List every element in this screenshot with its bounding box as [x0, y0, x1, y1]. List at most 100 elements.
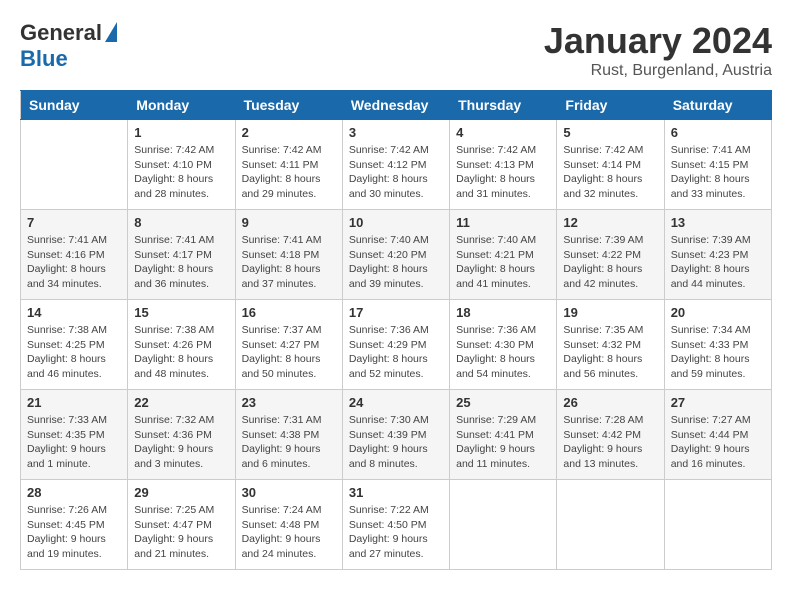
day-number: 30 — [242, 485, 336, 500]
calendar-cell: 27 Sunrise: 7:27 AMSunset: 4:44 PMDayligh… — [664, 390, 771, 480]
day-info: Sunrise: 7:42 AMSunset: 4:10 PMDaylight:… — [134, 143, 228, 202]
calendar-cell: 7 Sunrise: 7:41 AMSunset: 4:16 PMDaylight… — [21, 210, 128, 300]
calendar-cell — [21, 120, 128, 210]
day-info: Sunrise: 7:38 AMSunset: 4:26 PMDaylight:… — [134, 323, 228, 382]
day-number: 18 — [456, 305, 550, 320]
weekday-header-tuesday: Tuesday — [235, 91, 342, 120]
day-number: 3 — [349, 125, 443, 140]
weekday-header-monday: Monday — [128, 91, 235, 120]
weekday-header-sunday: Sunday — [21, 91, 128, 120]
calendar-cell: 8 Sunrise: 7:41 AMSunset: 4:17 PMDaylight… — [128, 210, 235, 300]
logo-general-text: General — [20, 20, 102, 46]
day-info: Sunrise: 7:42 AMSunset: 4:11 PMDaylight:… — [242, 143, 336, 202]
calendar-cell: 5 Sunrise: 7:42 AMSunset: 4:14 PMDaylight… — [557, 120, 664, 210]
day-number: 20 — [671, 305, 765, 320]
day-number: 22 — [134, 395, 228, 410]
calendar-cell — [557, 480, 664, 570]
day-number: 19 — [563, 305, 657, 320]
calendar-cell — [450, 480, 557, 570]
calendar-cell: 4 Sunrise: 7:42 AMSunset: 4:13 PMDaylight… — [450, 120, 557, 210]
title-section: January 2024 Rust, Burgenland, Austria — [544, 20, 772, 80]
calendar-cell: 26 Sunrise: 7:28 AMSunset: 4:42 PMDayligh… — [557, 390, 664, 480]
day-info: Sunrise: 7:24 AMSunset: 4:48 PMDaylight:… — [242, 503, 336, 562]
day-number: 15 — [134, 305, 228, 320]
day-info: Sunrise: 7:27 AMSunset: 4:44 PMDaylight:… — [671, 413, 765, 472]
page-header: General Blue January 2024 Rust, Burgenla… — [20, 20, 772, 80]
day-info: Sunrise: 7:42 AMSunset: 4:13 PMDaylight:… — [456, 143, 550, 202]
day-number: 7 — [27, 215, 121, 230]
weekday-header-row: SundayMondayTuesdayWednesdayThursdayFrid… — [21, 91, 772, 120]
day-number: 5 — [563, 125, 657, 140]
logo: General Blue — [20, 20, 117, 72]
day-number: 4 — [456, 125, 550, 140]
calendar-cell: 11 Sunrise: 7:40 AMSunset: 4:21 PMDayligh… — [450, 210, 557, 300]
day-number: 9 — [242, 215, 336, 230]
day-info: Sunrise: 7:32 AMSunset: 4:36 PMDaylight:… — [134, 413, 228, 472]
day-info: Sunrise: 7:39 AMSunset: 4:23 PMDaylight:… — [671, 233, 765, 292]
day-info: Sunrise: 7:41 AMSunset: 4:15 PMDaylight:… — [671, 143, 765, 202]
calendar-cell: 24 Sunrise: 7:30 AMSunset: 4:39 PMDayligh… — [342, 390, 449, 480]
day-number: 8 — [134, 215, 228, 230]
day-number: 6 — [671, 125, 765, 140]
day-number: 2 — [242, 125, 336, 140]
day-number: 29 — [134, 485, 228, 500]
logo-triangle-icon — [105, 22, 117, 42]
calendar-cell: 28Sunrise: 7:26 AMSunset: 4:45 PMDayligh… — [21, 480, 128, 570]
day-info: Sunrise: 7:39 AMSunset: 4:22 PMDaylight:… — [563, 233, 657, 292]
calendar-cell: 21 Sunrise: 7:33 AMSunset: 4:35 PMDayligh… — [21, 390, 128, 480]
day-number: 27 — [671, 395, 765, 410]
calendar-week-row: 14 Sunrise: 7:38 AMSunset: 4:25 PMDayligh… — [21, 300, 772, 390]
calendar-cell: 15 Sunrise: 7:38 AMSunset: 4:26 PMDayligh… — [128, 300, 235, 390]
calendar-cell: 19 Sunrise: 7:35 AMSunset: 4:32 PMDayligh… — [557, 300, 664, 390]
calendar-cell: 31Sunrise: 7:22 AMSunset: 4:50 PMDayligh… — [342, 480, 449, 570]
weekday-header-friday: Friday — [557, 91, 664, 120]
day-info: Sunrise: 7:37 AMSunset: 4:27 PMDaylight:… — [242, 323, 336, 382]
day-info: Sunrise: 7:25 AMSunset: 4:47 PMDaylight:… — [134, 503, 228, 562]
day-info: Sunrise: 7:30 AMSunset: 4:39 PMDaylight:… — [349, 413, 443, 472]
location-subtitle: Rust, Burgenland, Austria — [544, 62, 772, 80]
day-info: Sunrise: 7:41 AMSunset: 4:16 PMDaylight:… — [27, 233, 121, 292]
calendar-cell: 12 Sunrise: 7:39 AMSunset: 4:22 PMDayligh… — [557, 210, 664, 300]
calendar-cell: 13 Sunrise: 7:39 AMSunset: 4:23 PMDayligh… — [664, 210, 771, 300]
calendar-week-row: 21 Sunrise: 7:33 AMSunset: 4:35 PMDayligh… — [21, 390, 772, 480]
day-number: 24 — [349, 395, 443, 410]
day-info: Sunrise: 7:22 AMSunset: 4:50 PMDaylight:… — [349, 503, 443, 562]
day-info: Sunrise: 7:40 AMSunset: 4:21 PMDaylight:… — [456, 233, 550, 292]
day-number: 13 — [671, 215, 765, 230]
calendar-cell: 30 Sunrise: 7:24 AMSunset: 4:48 PMDayligh… — [235, 480, 342, 570]
day-number: 21 — [27, 395, 121, 410]
calendar-cell: 23 Sunrise: 7:31 AMSunset: 4:38 PMDayligh… — [235, 390, 342, 480]
day-info: Sunrise: 7:33 AMSunset: 4:35 PMDaylight:… — [27, 413, 121, 472]
calendar-cell: 1 Sunrise: 7:42 AMSunset: 4:10 PMDaylight… — [128, 120, 235, 210]
weekday-header-thursday: Thursday — [450, 91, 557, 120]
day-info: Sunrise: 7:42 AMSunset: 4:12 PMDaylight:… — [349, 143, 443, 202]
calendar-cell: 6 Sunrise: 7:41 AMSunset: 4:15 PMDaylight… — [664, 120, 771, 210]
day-number: 14 — [27, 305, 121, 320]
day-number: 17 — [349, 305, 443, 320]
calendar-week-row: 28Sunrise: 7:26 AMSunset: 4:45 PMDayligh… — [21, 480, 772, 570]
day-number: 11 — [456, 215, 550, 230]
day-info: Sunrise: 7:38 AMSunset: 4:25 PMDaylight:… — [27, 323, 121, 382]
day-info: Sunrise: 7:26 AMSunset: 4:45 PMDaylight:… — [27, 503, 121, 562]
day-number: 26 — [563, 395, 657, 410]
day-number: 23 — [242, 395, 336, 410]
day-number: 10 — [349, 215, 443, 230]
day-info: Sunrise: 7:41 AMSunset: 4:18 PMDaylight:… — [242, 233, 336, 292]
calendar-cell: 14 Sunrise: 7:38 AMSunset: 4:25 PMDayligh… — [21, 300, 128, 390]
day-info: Sunrise: 7:36 AMSunset: 4:29 PMDaylight:… — [349, 323, 443, 382]
calendar-cell — [664, 480, 771, 570]
day-number: 12 — [563, 215, 657, 230]
day-info: Sunrise: 7:28 AMSunset: 4:42 PMDaylight:… — [563, 413, 657, 472]
day-number: 1 — [134, 125, 228, 140]
day-info: Sunrise: 7:31 AMSunset: 4:38 PMDaylight:… — [242, 413, 336, 472]
calendar-cell: 22 Sunrise: 7:32 AMSunset: 4:36 PMDayligh… — [128, 390, 235, 480]
day-info: Sunrise: 7:36 AMSunset: 4:30 PMDaylight:… — [456, 323, 550, 382]
day-info: Sunrise: 7:41 AMSunset: 4:17 PMDaylight:… — [134, 233, 228, 292]
day-info: Sunrise: 7:42 AMSunset: 4:14 PMDaylight:… — [563, 143, 657, 202]
day-info: Sunrise: 7:40 AMSunset: 4:20 PMDaylight:… — [349, 233, 443, 292]
calendar-cell: 25Sunrise: 7:29 AMSunset: 4:41 PMDayligh… — [450, 390, 557, 480]
calendar-cell: 29 Sunrise: 7:25 AMSunset: 4:47 PMDayligh… — [128, 480, 235, 570]
day-info: Sunrise: 7:35 AMSunset: 4:32 PMDaylight:… — [563, 323, 657, 382]
calendar-week-row: 7 Sunrise: 7:41 AMSunset: 4:16 PMDaylight… — [21, 210, 772, 300]
calendar-cell: 10 Sunrise: 7:40 AMSunset: 4:20 PMDayligh… — [342, 210, 449, 300]
